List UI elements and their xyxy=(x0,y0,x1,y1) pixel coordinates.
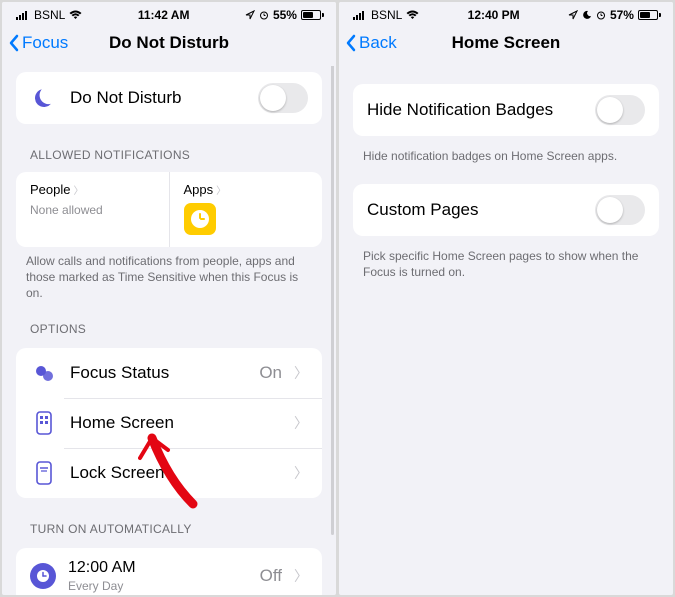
content-scroll[interactable]: Do Not Disturb ALLOWED NOTIFICATIONS Peo… xyxy=(2,66,336,595)
chevron-left-icon xyxy=(345,34,357,52)
nav-bar: Back Home Screen xyxy=(339,24,673,66)
phone-left: BSNL 11:42 AM 55% Focus Do Not Disturb D… xyxy=(2,2,336,595)
chevron-right-icon: 〉 xyxy=(73,182,83,197)
wifi-icon xyxy=(69,10,82,20)
auto-header: TURN ON AUTOMATICALLY xyxy=(2,504,336,542)
chevron-right-icon: 〉 xyxy=(294,413,308,433)
options-header: OPTIONS xyxy=(2,304,336,342)
custom-pages-label: Custom Pages xyxy=(367,200,583,220)
people-label: People xyxy=(30,182,70,197)
carrier-label: BSNL xyxy=(371,8,402,22)
auto-card: 12:00 AM Every Day Off 〉 xyxy=(16,548,322,595)
alarm-icon xyxy=(259,10,269,20)
schedule-icon xyxy=(30,563,56,589)
custom-pages-row[interactable]: Custom Pages xyxy=(353,184,659,236)
back-button[interactable]: Focus xyxy=(8,33,68,53)
nav-bar: Focus Do Not Disturb xyxy=(2,24,336,66)
schedule-row[interactable]: 12:00 AM Every Day Off 〉 xyxy=(16,548,322,595)
apps-label: Apps xyxy=(184,182,214,197)
home-screen-row[interactable]: Home Screen 〉 xyxy=(16,398,322,448)
scroll-indicator xyxy=(331,64,334,535)
custom-pages-switch[interactable] xyxy=(595,195,645,225)
chevron-right-icon: 〉 xyxy=(294,566,308,586)
status-bar: BSNL 11:42 AM 55% xyxy=(2,2,336,24)
chevron-left-icon xyxy=(8,34,20,52)
clock-app-icon xyxy=(184,203,216,235)
status-time: 12:40 PM xyxy=(468,8,520,22)
schedule-sub: Every Day xyxy=(68,579,248,593)
chevron-right-icon: 〉 xyxy=(216,182,226,197)
back-label: Back xyxy=(359,33,397,53)
hide-badges-label: Hide Notification Badges xyxy=(367,100,583,120)
chevron-right-icon: 〉 xyxy=(294,463,308,483)
options-card: Focus Status On 〉 Home Screen 〉 Lock Scr… xyxy=(16,348,322,498)
lock-screen-row[interactable]: Lock Screen 〉 xyxy=(16,448,322,498)
lock-screen-icon xyxy=(30,459,58,487)
battery-pct: 57% xyxy=(610,8,634,22)
apps-cell[interactable]: Apps〉 xyxy=(169,172,323,247)
status-bar: BSNL 12:40 PM 57% xyxy=(339,2,673,24)
people-sub: None allowed xyxy=(30,203,155,217)
people-cell[interactable]: People〉 None allowed xyxy=(16,172,169,247)
focus-status-value: On xyxy=(259,363,282,383)
allowed-card: People〉 None allowed Apps〉 xyxy=(16,172,322,247)
status-time: 11:42 AM xyxy=(138,8,190,22)
dnd-toggle-row[interactable]: Do Not Disturb xyxy=(16,72,322,124)
wifi-icon xyxy=(406,10,419,20)
hide-badges-switch[interactable] xyxy=(595,95,645,125)
chevron-right-icon: 〉 xyxy=(294,363,308,383)
allowed-footer: Allow calls and notifications from peopl… xyxy=(2,247,336,304)
location-icon xyxy=(568,10,578,20)
content-scroll[interactable]: Hide Notification Badges Hide notificati… xyxy=(339,66,673,595)
hide-badges-card: Hide Notification Badges xyxy=(353,84,659,136)
back-label: Focus xyxy=(22,33,68,53)
dnd-switch[interactable] xyxy=(258,83,308,113)
battery-icon xyxy=(638,10,661,20)
focus-status-row[interactable]: Focus Status On 〉 xyxy=(16,348,322,398)
carrier-label: BSNL xyxy=(34,8,65,22)
alarm-icon xyxy=(596,10,606,20)
focus-status-icon xyxy=(30,359,58,387)
hide-badges-row[interactable]: Hide Notification Badges xyxy=(353,84,659,136)
allowed-header: ALLOWED NOTIFICATIONS xyxy=(2,130,336,168)
custom-pages-card: Custom Pages xyxy=(353,184,659,236)
schedule-value: Off xyxy=(260,566,282,586)
home-screen-icon xyxy=(30,409,58,437)
moon-icon xyxy=(30,84,58,112)
phone-right: BSNL 12:40 PM 57% Back Home Screen Hide … xyxy=(339,2,673,595)
dnd-card: Do Not Disturb xyxy=(16,72,322,124)
signal-icon xyxy=(353,10,367,20)
back-button[interactable]: Back xyxy=(345,33,397,53)
battery-pct: 55% xyxy=(273,8,297,22)
schedule-time: 12:00 AM xyxy=(68,559,248,577)
signal-icon xyxy=(16,10,30,20)
dnd-label: Do Not Disturb xyxy=(70,88,246,108)
hide-badges-footer: Hide notification badges on Home Screen … xyxy=(339,142,673,166)
location-icon xyxy=(245,10,255,20)
battery-icon xyxy=(301,10,324,20)
focus-status-label: Focus Status xyxy=(70,363,247,383)
lock-screen-label: Lock Screen xyxy=(70,463,282,483)
dnd-moon-icon xyxy=(582,10,592,20)
custom-pages-footer: Pick specific Home Screen pages to show … xyxy=(339,242,673,282)
home-screen-label: Home Screen xyxy=(70,413,282,433)
